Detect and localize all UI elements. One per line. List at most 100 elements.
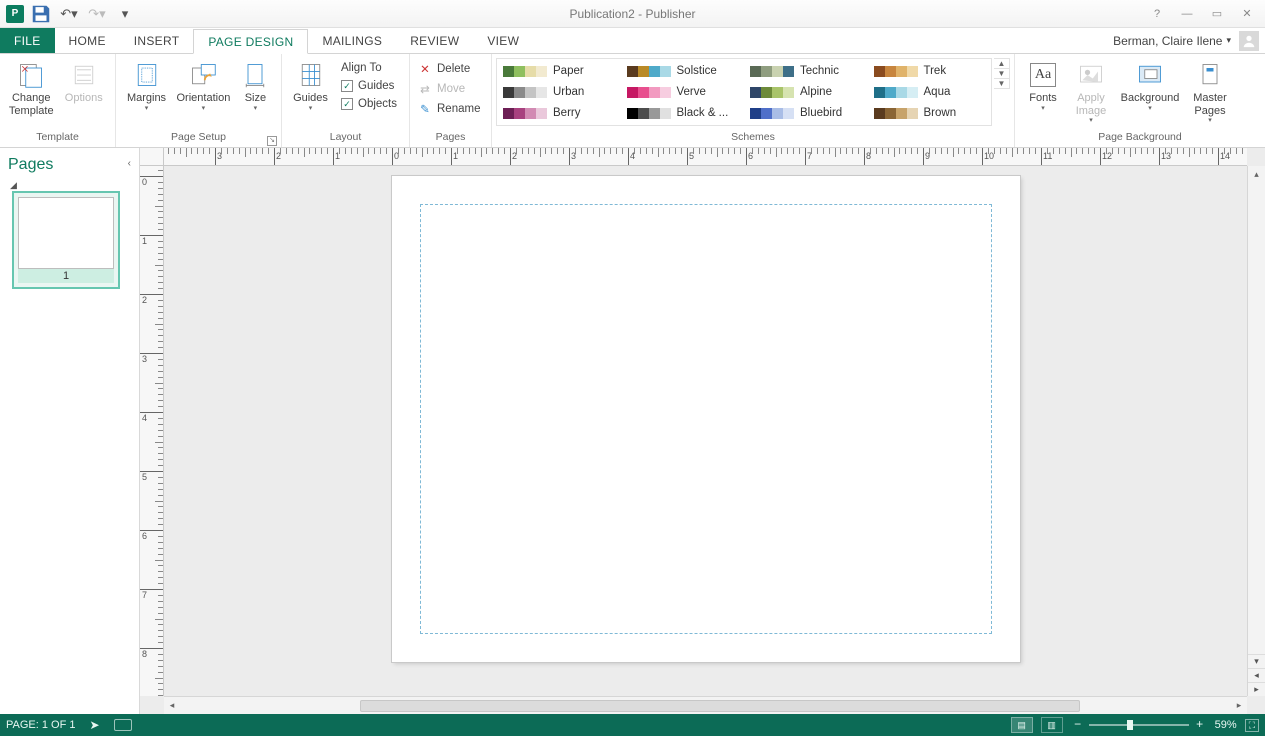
group-page-background: Aa Fonts▾ Apply Image▾ Background▾ Maste… [1015, 54, 1265, 147]
view-single-button[interactable]: ▤ [1011, 717, 1033, 733]
master-pages-button[interactable]: Master Pages▾ [1185, 58, 1235, 127]
page-setup-launcher[interactable]: ↘ [267, 136, 277, 146]
pages-panel-expander-icon[interactable]: ◢ [6, 180, 133, 191]
tab-insert[interactable]: INSERT [120, 28, 194, 53]
scroll-right-button[interactable]: ▸ [1231, 700, 1247, 711]
vertical-ruler[interactable]: 0123456789 [140, 166, 164, 696]
close-button[interactable]: ✕ [1233, 4, 1261, 24]
delete-page-button[interactable]: ✕Delete [414, 60, 484, 78]
minimize-button[interactable]: — [1173, 4, 1201, 24]
apply-image-button: Apply Image▾ [1067, 58, 1115, 127]
margins-button[interactable]: Margins▾ [122, 58, 171, 115]
scheme-swatches [627, 66, 671, 77]
prev-page-nav-button[interactable]: ◂ [1248, 668, 1265, 682]
apply-image-icon [1075, 60, 1107, 90]
user-name: Berman, Claire Ilene [1113, 34, 1222, 48]
group-page-setup: Margins▾ Orientation▾ Size▾ Page Setup↘ [116, 54, 282, 147]
size-icon [239, 60, 271, 90]
background-button[interactable]: Background▾ [1117, 58, 1183, 115]
canvas[interactable] [164, 166, 1247, 696]
ribbon: Change Template Options Template Margins… [0, 54, 1265, 148]
schemes-gallery[interactable]: Paper Solstice Technic Trek Urban Verve Alpine… [496, 58, 992, 126]
change-template-icon [15, 60, 47, 90]
scheme-urban[interactable]: Urban [501, 82, 617, 102]
vertical-scrollbar[interactable]: ▴ ▾ ◂ ▸ [1247, 166, 1265, 696]
zoom-slider[interactable]: − + [1071, 718, 1207, 732]
scroll-down-button[interactable]: ▾ [1248, 654, 1265, 668]
align-guides-checkbox[interactable]: ✓Guides [337, 78, 401, 94]
options-icon [68, 60, 100, 90]
scheme-paper[interactable]: Paper [501, 61, 617, 81]
tab-review[interactable]: REVIEW [396, 28, 473, 53]
scheme-solstice[interactable]: Solstice [625, 61, 741, 81]
pointer-mode-icon[interactable]: ➤ [90, 718, 100, 732]
scroll-up-button[interactable]: ▴ [1248, 166, 1265, 182]
group-pages: ✕Delete ⇄Move ✎Rename Pages [410, 54, 492, 147]
horizontal-scrollbar[interactable]: ◂ ▸ [164, 696, 1247, 714]
horizontal-ruler[interactable]: 32101234567891011121314 [164, 148, 1247, 166]
orientation-button[interactable]: Orientation▾ [173, 58, 234, 115]
scheme-aqua[interactable]: Aqua [872, 82, 988, 102]
scheme-technic[interactable]: Technic [748, 61, 864, 81]
scheme-alpine[interactable]: Alpine [748, 82, 864, 102]
hscroll-track[interactable] [180, 699, 1231, 713]
tab-page-design[interactable]: PAGE DESIGN [193, 29, 308, 54]
change-template-button[interactable]: Change Template [6, 58, 57, 119]
scheme-swatches [503, 87, 547, 98]
user-avatar-icon [1239, 31, 1259, 51]
page-indicator[interactable]: PAGE: 1 OF 1 [6, 719, 76, 731]
tab-mailings[interactable]: MAILINGS [308, 28, 396, 53]
scheme-verve[interactable]: Verve [625, 82, 741, 102]
fonts-button[interactable]: Aa Fonts▾ [1021, 58, 1065, 115]
scheme-swatches [874, 87, 918, 98]
scheme-trek[interactable]: Trek [872, 61, 988, 81]
scheme-bluebird[interactable]: Bluebird [748, 103, 864, 123]
zoom-track[interactable] [1089, 724, 1189, 726]
zoom-knob[interactable] [1127, 720, 1133, 730]
next-page-nav-button[interactable]: ▸ [1248, 682, 1265, 696]
gallery-down-button[interactable]: ▼ [994, 69, 1009, 79]
scheme-brown[interactable]: Brown [872, 103, 988, 123]
scheme-swatches [874, 108, 918, 119]
canvas-area: 32101234567891011121314 0123456789 ▴ ▾ ◂… [140, 148, 1265, 714]
zoom-in-button[interactable]: + [1193, 718, 1207, 732]
restore-button[interactable]: ▭ [1203, 4, 1231, 24]
scheme-label: Paper [553, 65, 584, 77]
scheme-berry[interactable]: Berry [501, 103, 617, 123]
gallery-more-button[interactable]: ▼ [994, 79, 1009, 88]
save-button[interactable] [30, 3, 52, 25]
hscroll-thumb[interactable] [360, 700, 1080, 712]
view-two-page-button[interactable]: ▥ [1041, 717, 1063, 733]
scheme-swatches [627, 108, 671, 119]
tab-home[interactable]: HOME [55, 28, 120, 53]
scheme-black-[interactable]: Black & ... [625, 103, 741, 123]
user-area[interactable]: Berman, Claire Ilene ▾ [1113, 28, 1265, 53]
group-label-page-background: Page Background [1015, 131, 1265, 147]
scheme-label: Black & ... [677, 107, 729, 119]
window-title: Publication2 - Publisher [0, 7, 1265, 21]
publication-page[interactable] [392, 176, 1020, 662]
scroll-left-button[interactable]: ◂ [164, 700, 180, 711]
fit-page-button[interactable]: ⛶ [1245, 719, 1259, 732]
pages-panel-collapse-button[interactable]: ‹ [128, 158, 131, 169]
gallery-up-button[interactable]: ▲ [994, 59, 1009, 69]
zoom-percent[interactable]: 59% [1215, 719, 1237, 731]
page-thumbnail-number: 1 [18, 269, 114, 283]
fonts-icon: Aa [1027, 60, 1059, 90]
guides-button[interactable]: Guides▾ [288, 58, 333, 115]
rename-page-button[interactable]: ✎Rename [414, 100, 484, 118]
align-objects-checkbox[interactable]: ✓Objects [337, 96, 401, 112]
page-thumbnail[interactable]: 1 [12, 191, 120, 289]
size-button[interactable]: Size▾ [236, 58, 275, 115]
redo-button[interactable]: ↷▾ [86, 3, 108, 25]
tab-file[interactable]: FILE [0, 28, 55, 53]
page-margin-guide [420, 204, 992, 634]
master-pages-icon [1194, 60, 1226, 90]
zoom-out-button[interactable]: − [1071, 718, 1085, 732]
pages-panel-header: Pages ‹ [6, 154, 133, 180]
tab-view[interactable]: VIEW [473, 28, 533, 53]
undo-button[interactable]: ↶▾ [58, 3, 80, 25]
keyboard-indicator-icon[interactable] [114, 719, 132, 731]
help-button[interactable]: ? [1143, 4, 1171, 24]
qat-customize-button[interactable]: ▾ [114, 3, 136, 25]
